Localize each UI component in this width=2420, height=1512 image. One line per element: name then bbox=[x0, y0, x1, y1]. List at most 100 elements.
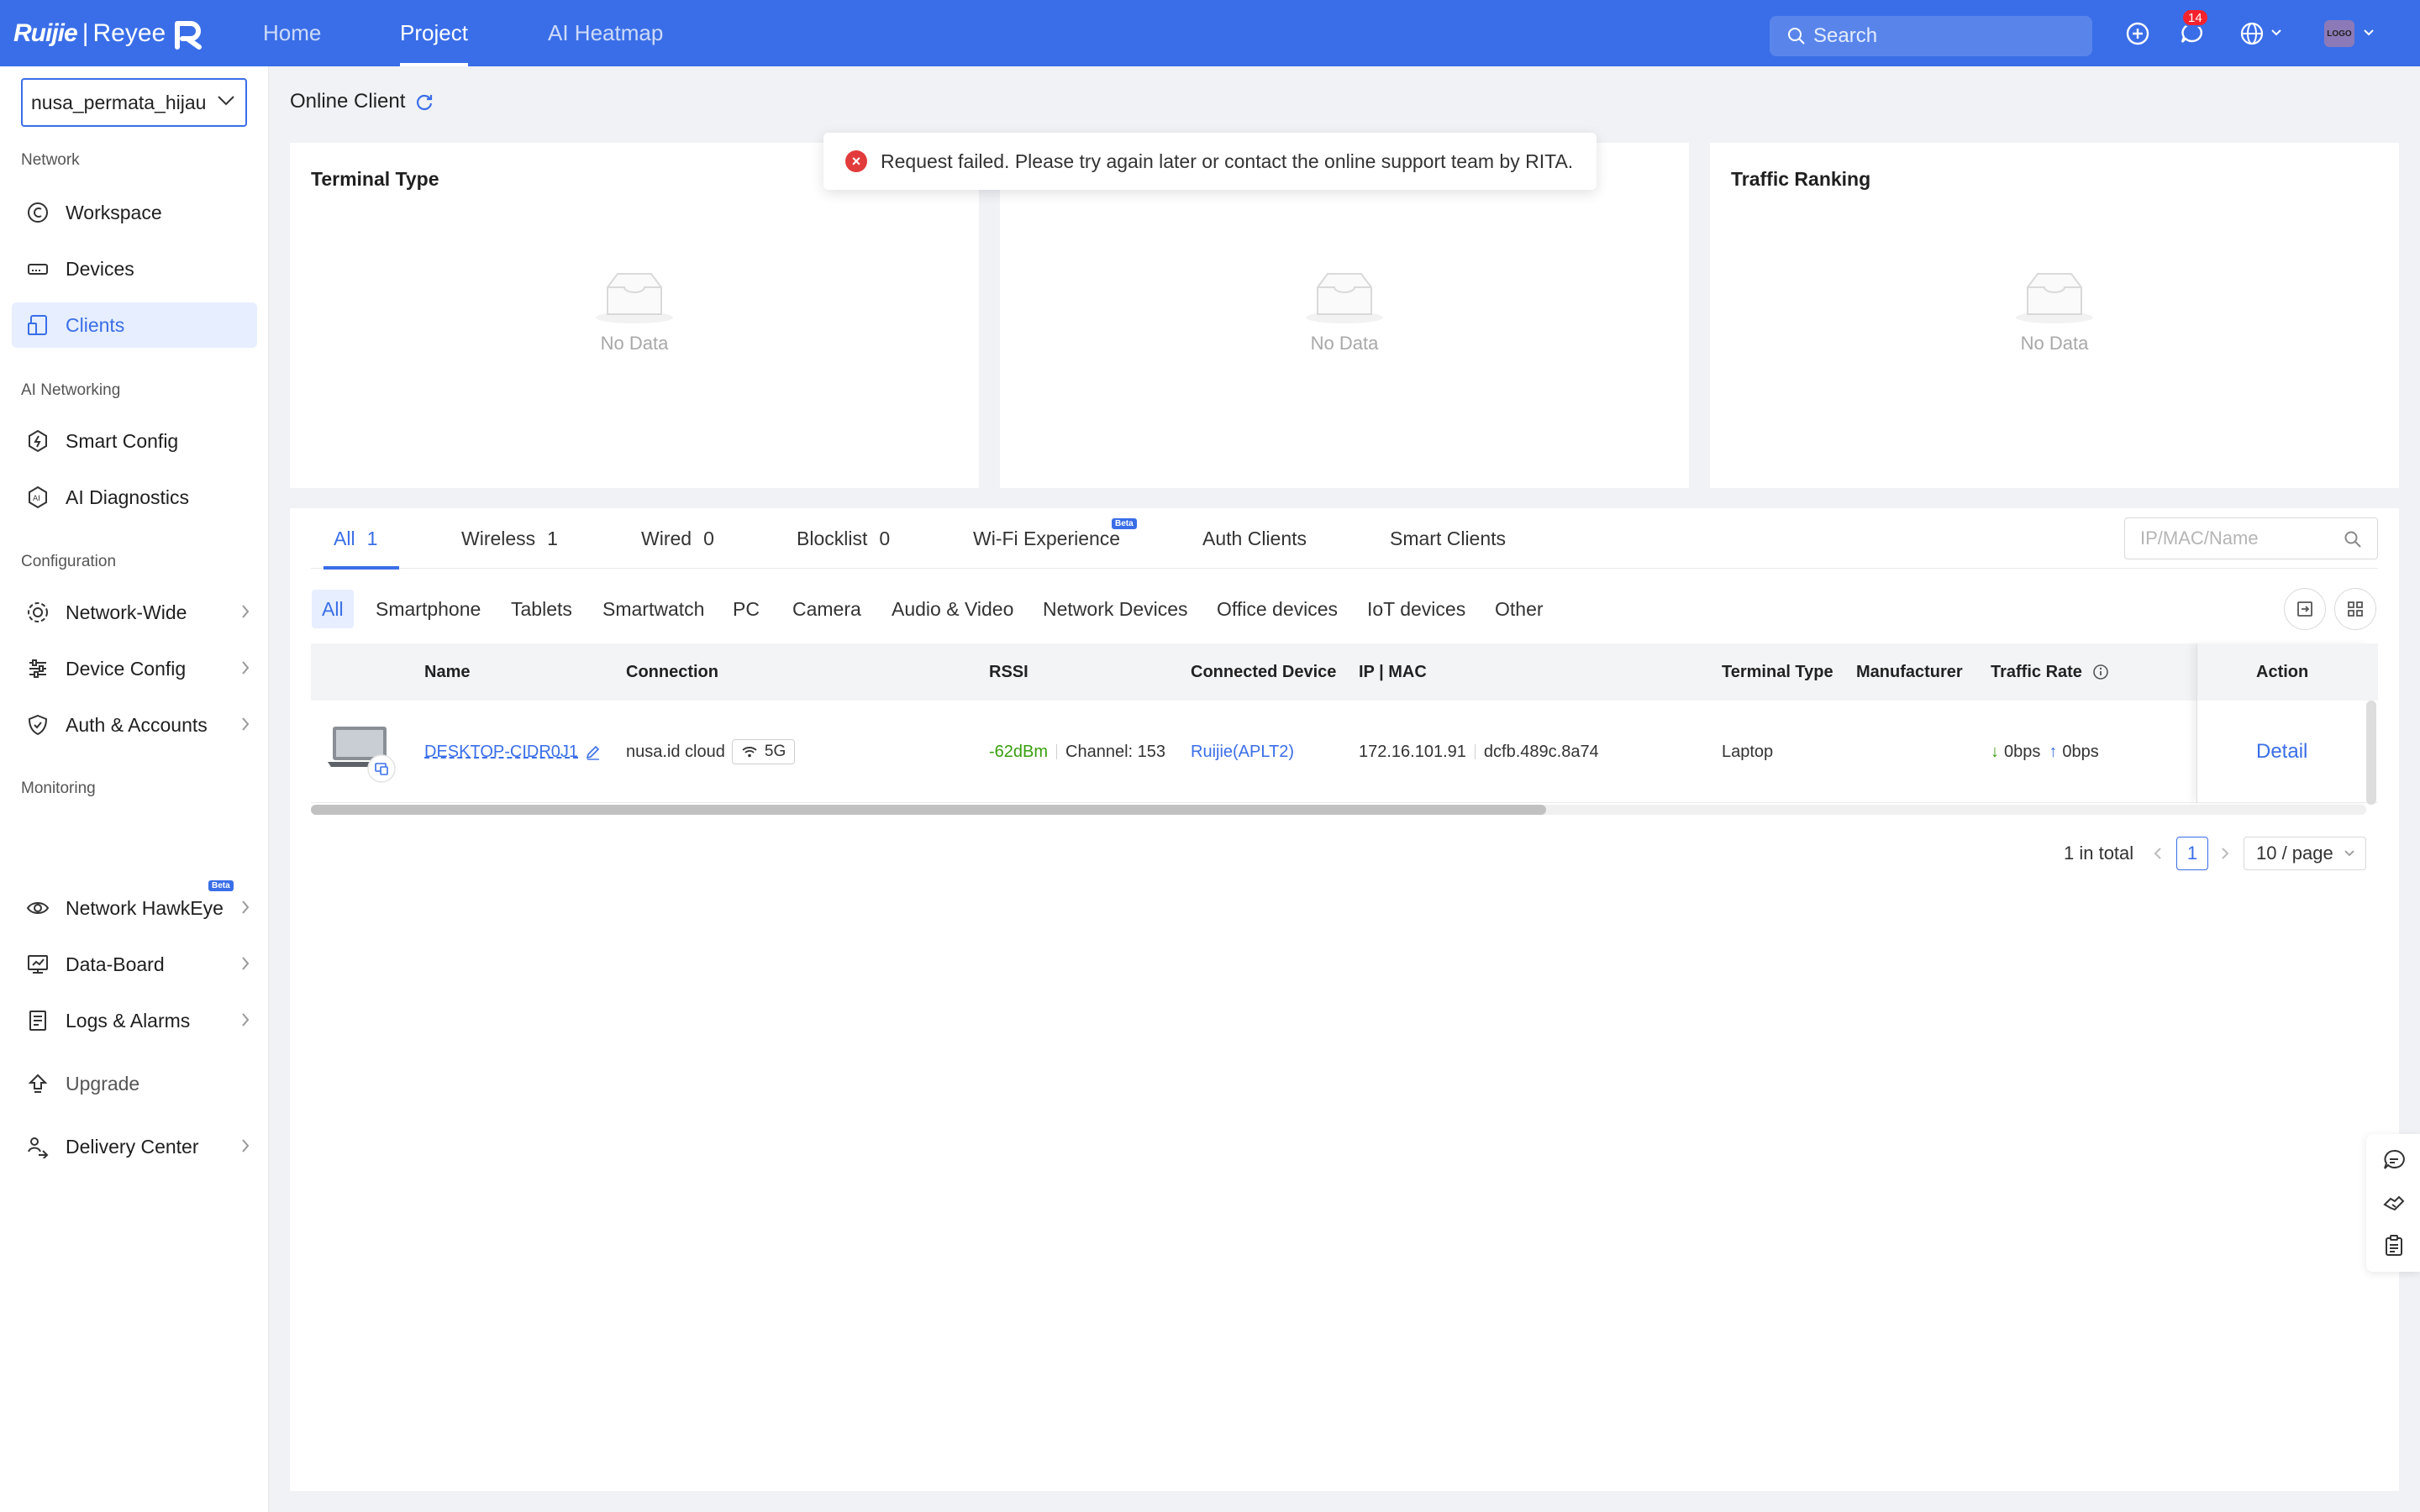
detail-link[interactable]: Detail bbox=[2256, 701, 2307, 803]
next-page-button[interactable] bbox=[2220, 837, 2230, 870]
table-row: DESKTOP-CIDR0J1 nusa.id cloud 5G -62dBm … bbox=[311, 701, 2378, 803]
client-name[interactable]: DESKTOP-CIDR0J1 bbox=[424, 701, 602, 803]
info-icon[interactable] bbox=[2092, 664, 2109, 680]
vertical-scrollbar[interactable] bbox=[2366, 701, 2376, 805]
band-tag: 5G bbox=[731, 739, 796, 764]
gear-icon bbox=[25, 600, 50, 625]
filter-all[interactable]: All bbox=[312, 590, 354, 628]
sidebar-item-network-hawkeye[interactable]: Network HawkEye bbox=[12, 885, 257, 931]
ip-value: 172.16.101.91 bbox=[1359, 742, 1466, 761]
handshake-icon[interactable] bbox=[2381, 1190, 2407, 1215]
sidebar-item-label: Device Config bbox=[66, 657, 187, 680]
clipboard-icon[interactable] bbox=[2381, 1233, 2407, 1258]
tab-count: 0 bbox=[703, 527, 714, 549]
sidebar-item-label: Auth & Accounts bbox=[66, 713, 208, 736]
client-connected-device[interactable]: Ruijie(APLT2) bbox=[1191, 701, 1294, 803]
search-placeholder: Search bbox=[1813, 24, 1878, 47]
sidebar-item-label: Upgrade bbox=[66, 1072, 140, 1095]
tab-wired[interactable]: Wired 0 bbox=[641, 508, 714, 569]
filter-network-devices[interactable]: Network Devices bbox=[1033, 590, 1198, 628]
search-icon[interactable] bbox=[2344, 530, 2362, 549]
client-search-input[interactable]: IP/MAC/Name bbox=[2124, 517, 2378, 559]
down-rate: 0bps bbox=[2004, 742, 2041, 761]
global-search[interactable]: Search bbox=[1770, 16, 2092, 56]
col-name: Name bbox=[424, 662, 471, 681]
client-tabs: All 1 Wireless 1 Wired 0 Blocklist 0 Wi-Fi E… bbox=[311, 508, 2378, 570]
sidebar-item-data-board[interactable]: Data-Board bbox=[12, 942, 257, 987]
table-header: Name Connection RSSI Connected Device IP… bbox=[311, 643, 2378, 701]
page-number[interactable]: 1 bbox=[2176, 837, 2208, 870]
client-traffic-rate: ↓ 0bps ↑ 0bps bbox=[1991, 701, 2099, 803]
sidebar-item-upgrade[interactable]: Upgrade bbox=[12, 1061, 257, 1106]
sidebar-item-clients[interactable]: Clients bbox=[12, 302, 257, 348]
filter-smartwatch[interactable]: Smartwatch bbox=[592, 590, 714, 628]
refresh-icon[interactable] bbox=[415, 92, 434, 111]
filter-tablets[interactable]: Tablets bbox=[501, 590, 582, 628]
tab-auth-clients[interactable]: Auth Clients bbox=[1202, 508, 1307, 569]
device-thumbnail bbox=[328, 701, 400, 803]
sidebar-item-label: Data-Board bbox=[66, 953, 165, 975]
filter-camera[interactable]: Camera bbox=[782, 590, 871, 628]
sidebar-item-auth-accounts[interactable]: Auth & Accounts bbox=[12, 702, 257, 748]
chevron-left-icon bbox=[2154, 848, 2161, 859]
sidebar-item-network-wide[interactable]: Network-Wide bbox=[12, 590, 257, 635]
add-icon[interactable] bbox=[2123, 18, 2153, 49]
brand-logo[interactable]: Ruijie | Reyee bbox=[13, 15, 206, 52]
chevron-right-icon bbox=[242, 1013, 250, 1026]
client-name-link[interactable]: DESKTOP-CIDR0J1 bbox=[424, 743, 578, 762]
column-settings-button[interactable] bbox=[2334, 588, 2376, 630]
empty-state: No Data bbox=[2004, 269, 2105, 354]
grid-icon bbox=[2348, 601, 2363, 617]
clients-icon bbox=[25, 312, 50, 338]
filter-iot-devices[interactable]: IoT devices bbox=[1357, 590, 1476, 628]
nav-home[interactable]: Home bbox=[263, 0, 321, 66]
card-title: Traffic Ranking bbox=[1731, 168, 1871, 190]
col-rssi: RSSI bbox=[989, 662, 1028, 681]
page-size-select[interactable]: 10 / page bbox=[2244, 837, 2366, 870]
export-button[interactable] bbox=[2284, 588, 2326, 630]
tab-blocklist[interactable]: Blocklist 0 bbox=[797, 508, 890, 569]
tab-smart-clients[interactable]: Smart Clients bbox=[1390, 508, 1506, 569]
tab-label: Wireless bbox=[461, 527, 536, 549]
sidebar-item-devices[interactable]: Devices bbox=[12, 246, 257, 291]
filter-pc[interactable]: PC bbox=[723, 590, 770, 628]
language-globe-icon[interactable] bbox=[2237, 18, 2267, 49]
sidebar-item-workspace[interactable]: Workspace bbox=[12, 190, 257, 235]
search-icon bbox=[1788, 28, 1805, 45]
horizontal-scrollbar-thumb[interactable] bbox=[311, 805, 1546, 815]
edit-pencil-icon[interactable] bbox=[585, 743, 602, 760]
chat-support-icon[interactable] bbox=[2381, 1147, 2407, 1173]
svg-text:AI: AI bbox=[33, 495, 40, 503]
sidebar-item-device-config[interactable]: Device Config bbox=[12, 646, 257, 691]
nav-project[interactable]: Project bbox=[400, 0, 468, 66]
avatar[interactable]: LOGO bbox=[2324, 20, 2354, 47]
sidebar-item-ai-diagnostics[interactable]: AI AI Diagnostics bbox=[12, 475, 257, 520]
sidebar-item-label: Clients bbox=[66, 313, 125, 336]
tab-label: Wi-Fi Experience bbox=[973, 527, 1121, 549]
filter-audio-video[interactable]: Audio & Video bbox=[881, 590, 1023, 628]
nav-ai-heatmap[interactable]: AI Heatmap bbox=[548, 0, 663, 66]
col-connection: Connection bbox=[626, 662, 718, 681]
prev-page-button[interactable] bbox=[2153, 837, 2163, 870]
chevron-down-icon bbox=[218, 96, 234, 106]
project-select[interactable]: nusa_permata_hijau bbox=[21, 78, 247, 127]
sidebar-item-label: Logs & Alarms bbox=[66, 1009, 191, 1032]
tab-all[interactable]: All 1 bbox=[323, 508, 400, 570]
tab-wifi-experience[interactable]: Wi-Fi Experience bbox=[973, 508, 1120, 569]
chevron-right-icon bbox=[242, 900, 250, 914]
sidebar-item-smart-config[interactable]: Smart Config bbox=[12, 418, 257, 464]
filter-smartphone[interactable]: Smartphone bbox=[366, 590, 491, 628]
sidebar-item-logs-alarms[interactable]: Logs & Alarms bbox=[12, 998, 257, 1043]
col-manufacturer: Manufacturer bbox=[1856, 662, 1963, 681]
sidebar-item-delivery-center[interactable]: Delivery Center bbox=[12, 1124, 257, 1169]
sidebar-item-label: Workspace bbox=[66, 201, 162, 223]
tab-label: Auth Clients bbox=[1202, 527, 1307, 549]
filter-other[interactable]: Other bbox=[1485, 590, 1554, 628]
connected-device-link[interactable]: Ruijie(APLT2) bbox=[1191, 743, 1294, 762]
empty-box-icon bbox=[596, 273, 673, 323]
detail-link-text[interactable]: Detail bbox=[2256, 740, 2307, 764]
empty-box-icon bbox=[2016, 273, 2093, 323]
tab-wireless[interactable]: Wireless 1 bbox=[461, 508, 558, 569]
tab-label: Blocklist bbox=[797, 527, 868, 549]
filter-office-devices[interactable]: Office devices bbox=[1207, 590, 1348, 628]
